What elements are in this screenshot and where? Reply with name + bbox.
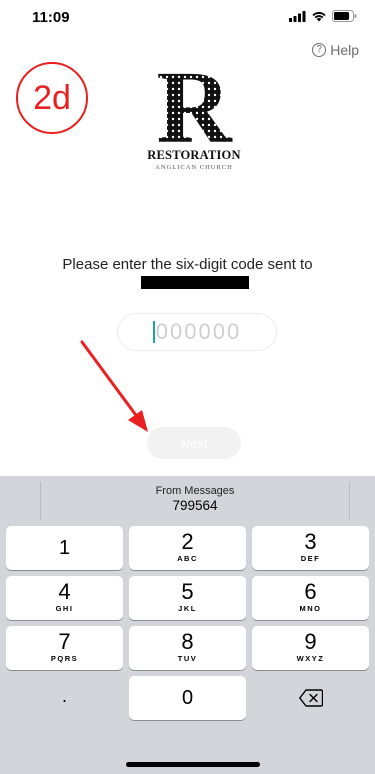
key-7[interactable]: 7 PQRS bbox=[6, 626, 123, 670]
key-0-digit: 0 bbox=[181, 687, 194, 709]
key-8-letters: TUV bbox=[177, 654, 198, 663]
home-indicator bbox=[126, 762, 260, 767]
key-9-letters: WXYZ bbox=[296, 654, 325, 663]
key-3-digit: 3 bbox=[304, 529, 317, 554]
annotation-arrow-icon bbox=[80, 340, 148, 432]
logo-name: RESTORATION bbox=[147, 148, 241, 162]
battery-icon bbox=[332, 10, 357, 22]
key-7-letters: PQRS bbox=[50, 654, 79, 663]
key-2-digit: 2 bbox=[181, 529, 194, 554]
key-3-letters: DEF bbox=[300, 554, 321, 563]
redacted-phone-number bbox=[141, 276, 249, 289]
suggestion-code: 799564 bbox=[172, 498, 218, 513]
status-bar: 11:09 bbox=[0, 0, 375, 34]
help-link[interactable]: ? Help bbox=[312, 42, 359, 58]
key-decimal[interactable]: . bbox=[6, 676, 123, 720]
numeric-keyboard: From Messages 799564 1 2 ABC 3 DEF 4 GHI… bbox=[0, 476, 375, 774]
key-4-letters: GHI bbox=[55, 604, 74, 613]
code-placeholder: 000000 bbox=[155, 319, 242, 344]
key-2-letters: ABC bbox=[177, 554, 198, 563]
key-8[interactable]: 8 TUV bbox=[129, 626, 246, 670]
key-4-digit: 4 bbox=[58, 579, 71, 604]
key-6-letters: MNO bbox=[299, 604, 322, 613]
key-1[interactable]: 1 bbox=[6, 526, 123, 570]
key-decimal-label: . bbox=[61, 686, 67, 706]
key-0[interactable]: 0 bbox=[129, 676, 246, 720]
delete-key[interactable] bbox=[252, 676, 369, 720]
next-button[interactable]: Next bbox=[147, 427, 241, 459]
backspace-icon bbox=[298, 689, 323, 707]
wifi-icon bbox=[312, 11, 326, 21]
logo-subtitle: ANGLICAN CHURCH bbox=[155, 164, 233, 171]
help-icon: ? bbox=[312, 43, 327, 57]
status-time: 11:09 bbox=[32, 9, 70, 26]
logo-r-mark-icon: R bbox=[156, 56, 233, 146]
key-1-digit: 1 bbox=[58, 537, 71, 559]
key-9-digit: 9 bbox=[304, 629, 317, 654]
code-suggestion[interactable]: From Messages 799564 bbox=[40, 482, 350, 520]
annotation-badge: 2d bbox=[16, 62, 88, 134]
key-5[interactable]: 5 JKL bbox=[129, 576, 246, 620]
key-7-digit: 7 bbox=[58, 629, 71, 654]
key-5-letters: JKL bbox=[178, 604, 197, 613]
suggestion-source: From Messages bbox=[155, 485, 235, 497]
logo-letter: R bbox=[156, 56, 233, 146]
help-label: Help bbox=[330, 42, 359, 58]
status-icons bbox=[289, 10, 357, 22]
key-6-digit: 6 bbox=[304, 579, 317, 604]
verification-prompt: Please enter the six-digit code sent to bbox=[62, 256, 313, 273]
signal-icon bbox=[289, 10, 306, 22]
key-3[interactable]: 3 DEF bbox=[252, 526, 369, 570]
key-4[interactable]: 4 GHI bbox=[6, 576, 123, 620]
key-2[interactable]: 2 ABC bbox=[129, 526, 246, 570]
church-logo: R RESTORATION ANGLICAN CHURCH bbox=[136, 56, 252, 186]
key-5-digit: 5 bbox=[181, 579, 194, 604]
key-8-digit: 8 bbox=[181, 629, 194, 654]
key-9[interactable]: 9 WXYZ bbox=[252, 626, 369, 670]
key-6[interactable]: 6 MNO bbox=[252, 576, 369, 620]
